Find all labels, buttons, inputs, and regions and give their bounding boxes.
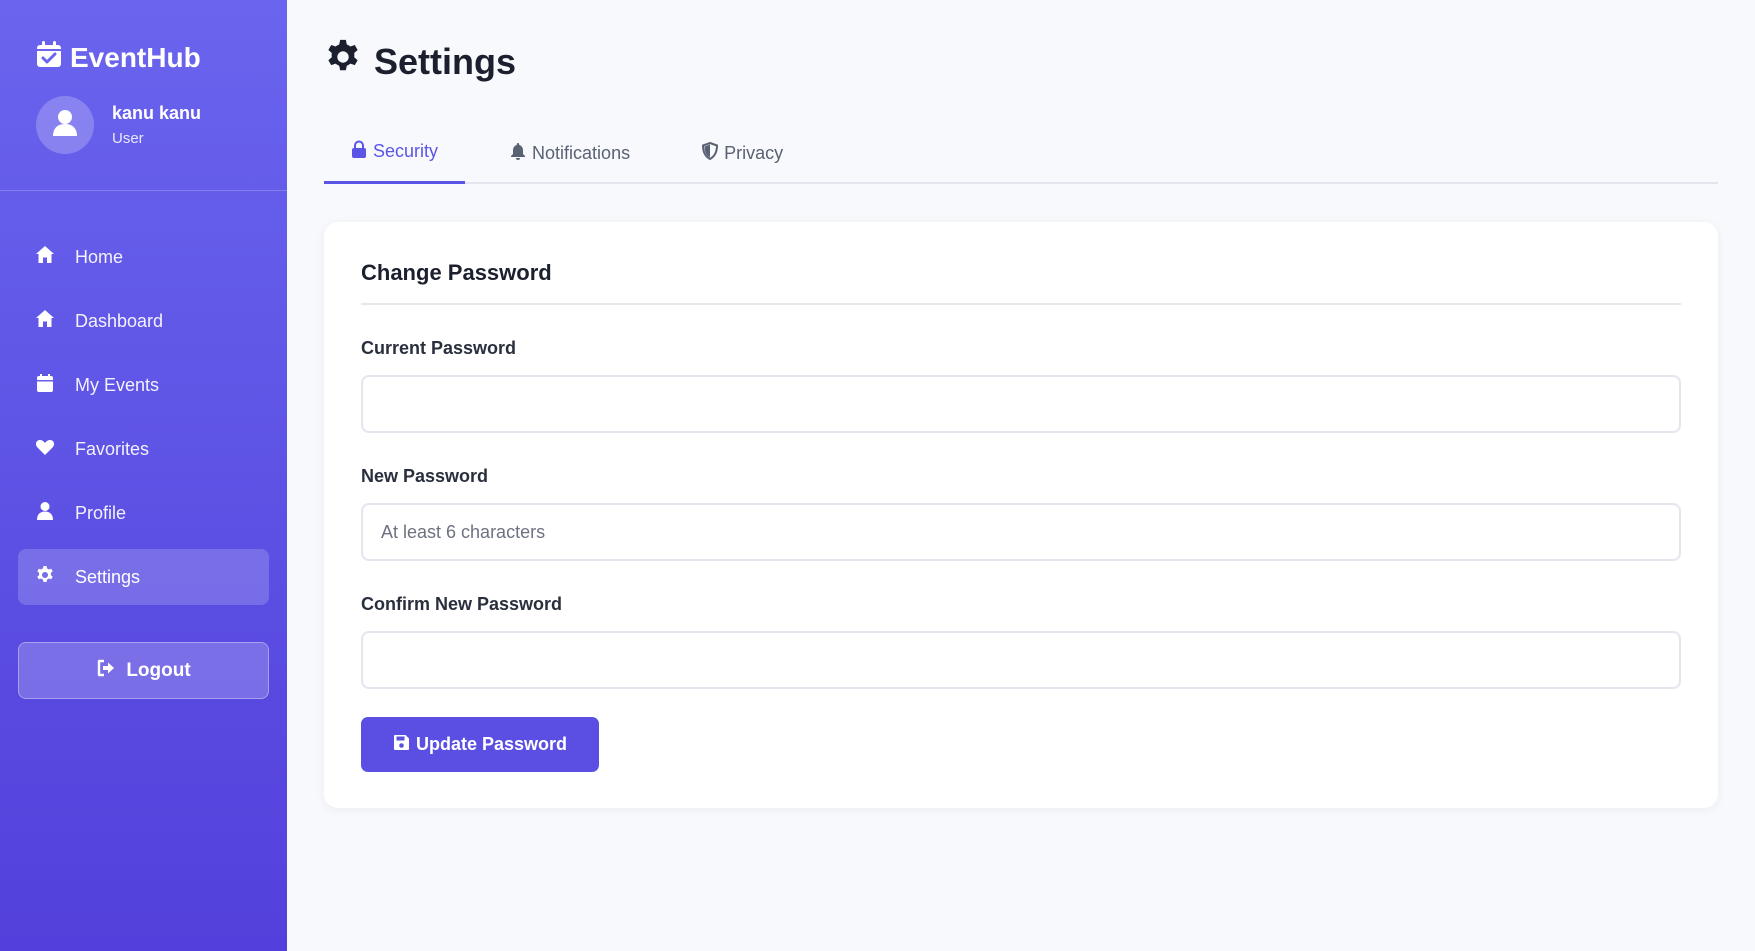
settings-tabs: Security Notifications Privacy <box>324 122 1718 184</box>
sidebar-item-label: Profile <box>75 502 127 523</box>
save-icon <box>393 734 410 756</box>
user-icon <box>35 501 55 526</box>
sidebar-item-label: Dashboard <box>75 310 164 331</box>
brand[interactable]: EventHub <box>36 40 201 75</box>
user-name: kanu kanu <box>112 103 202 123</box>
current-password-input[interactable] <box>361 375 1681 433</box>
page-title-text: Settings <box>374 40 517 82</box>
page-title: Settings <box>324 38 516 85</box>
tab-security[interactable]: Security <box>324 122 466 184</box>
sidebar-item-label: Home <box>75 246 124 267</box>
sidebar-item-settings[interactable]: Settings <box>18 549 269 605</box>
calendar-icon <box>35 373 55 398</box>
new-password-input[interactable] <box>361 503 1681 561</box>
sidebar-divider <box>0 190 287 191</box>
sidebar-item-home[interactable]: Home <box>18 229 269 285</box>
sidebar-item-label: Settings <box>75 566 141 587</box>
gear-icon <box>324 38 362 85</box>
sidebar-nav: Home Dashboard My Events Favorites Profi… <box>18 229 269 613</box>
home-icon <box>35 245 55 270</box>
tab-label: Notifications <box>532 142 631 163</box>
avatar <box>36 96 94 154</box>
logout-button[interactable]: Logout <box>18 642 269 699</box>
bell-icon <box>510 142 526 165</box>
user-icon <box>52 109 78 142</box>
sidebar-item-my-events[interactable]: My Events <box>18 357 269 413</box>
sidebar-item-label: My Events <box>75 374 160 395</box>
change-password-card: Change Password Current Password New Pas… <box>324 222 1718 808</box>
sign-out-icon <box>96 658 116 684</box>
sidebar-item-favorites[interactable]: Favorites <box>18 421 269 477</box>
tab-privacy[interactable]: Privacy <box>675 122 810 184</box>
calendar-check-icon <box>36 40 62 75</box>
current-password-label: Current Password <box>361 338 517 358</box>
confirm-password-label: Confirm New Password <box>361 594 563 614</box>
sidebar-item-dashboard[interactable]: Dashboard <box>18 293 269 349</box>
sidebar-item-profile[interactable]: Profile <box>18 485 269 541</box>
confirm-password-input[interactable] <box>361 631 1681 689</box>
brand-name: EventHub <box>70 41 201 73</box>
new-password-label: New Password <box>361 466 489 486</box>
sidebar-item-label: Favorites <box>75 438 150 459</box>
card-divider <box>361 303 1681 305</box>
user-role: User <box>112 130 144 147</box>
update-password-label: Update Password <box>415 734 568 754</box>
heart-icon <box>35 437 55 462</box>
tab-notifications[interactable]: Notifications <box>483 122 657 184</box>
tab-label: Security <box>373 141 439 161</box>
home-icon <box>35 309 55 334</box>
sidebar: EventHub kanu kanu User Home Dashboard M… <box>0 0 287 951</box>
user-card: kanu kanu User <box>36 96 201 154</box>
lock-icon <box>351 140 367 163</box>
card-title: Change Password <box>361 260 552 285</box>
logout-label: Logout <box>126 659 191 681</box>
tab-label: Privacy <box>724 142 784 163</box>
shield-icon <box>702 141 719 165</box>
update-password-button[interactable]: Update Password <box>361 717 599 772</box>
gear-icon <box>35 565 55 590</box>
